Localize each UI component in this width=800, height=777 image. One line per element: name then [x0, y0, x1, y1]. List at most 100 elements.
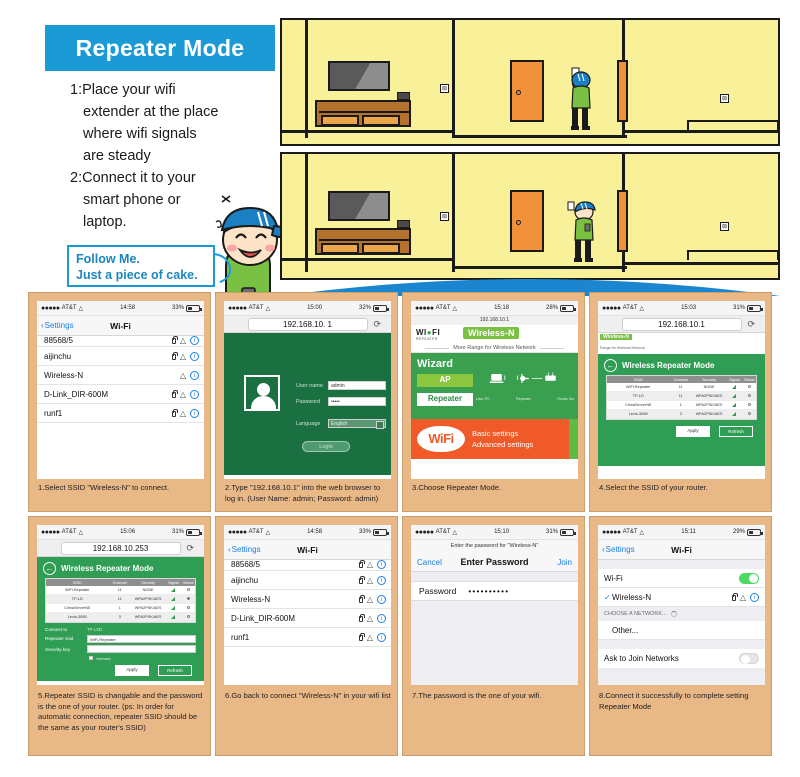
wifi-list-item[interactable]: runf1 △ i: [37, 404, 204, 423]
browser-url-bar[interactable]: 192.168.10.1 ⟳: [598, 316, 765, 333]
apply-button[interactable]: Apply: [115, 664, 149, 676]
step-line-3: where wifi signals: [83, 126, 197, 142]
arrow-left-circle-icon[interactable]: ←: [604, 359, 617, 372]
table-row[interactable]: ChinaServerNE 1 WPA2PSK/AES: [607, 401, 756, 410]
cell-security: WPA2PSK/AES: [695, 411, 723, 416]
wifi-list-item[interactable]: aijinchu △ i: [224, 571, 391, 590]
cell-select[interactable]: [182, 604, 195, 612]
battery-icon: [186, 304, 202, 312]
browser-url-bar[interactable]: 192.168.10. 1 ⟳: [224, 316, 391, 333]
refresh-button[interactable]: Refresh: [158, 664, 192, 676]
page-title: Wireless Repeater Mode: [61, 564, 154, 573]
radio-button[interactable]: [747, 393, 752, 397]
info-icon[interactable]: i: [750, 592, 759, 602]
cell-signal: [726, 383, 742, 391]
checkbox-icon[interactable]: [89, 656, 93, 660]
status-time: 15:11: [681, 529, 696, 535]
url-mini[interactable]: 192.168.10.1: [411, 316, 578, 325]
radio-button[interactable]: [186, 605, 191, 609]
wifi-icon: △: [265, 305, 271, 312]
cell-select[interactable]: [743, 392, 756, 400]
reload-icon[interactable]: ⟳: [747, 319, 755, 330]
wifi-list-item[interactable]: D-Link_DIR-600M △ i: [224, 609, 391, 628]
url-text[interactable]: 192.168.10.1: [621, 317, 742, 331]
password-input[interactable]: •••••: [328, 397, 386, 406]
info-icon[interactable]: i: [190, 351, 199, 361]
wifi-list-item-wireless-n[interactable]: Wireless-N △ i: [224, 590, 391, 609]
arrow-left-circle-icon[interactable]: ←: [43, 562, 56, 575]
wifi-signal-icon: △: [739, 592, 746, 602]
cell-select[interactable]: [743, 410, 756, 418]
wifi-toggle-row[interactable]: Wi-Fi: [598, 569, 765, 588]
reload-icon[interactable]: ⟳: [373, 319, 381, 330]
info-icon[interactable]: i: [377, 560, 386, 569]
cell-select[interactable]: [743, 401, 756, 409]
connected-network-row[interactable]: ✓ Wireless-N △ i: [598, 588, 765, 607]
advanced-settings-link[interactable]: Advanced settings: [472, 440, 533, 449]
table-row[interactable]: ChinaServerNE 1 WPA2PSK/AES: [46, 604, 195, 613]
radio-button[interactable]: [186, 587, 191, 591]
radio-button[interactable]: [747, 411, 752, 415]
info-icon[interactable]: i: [190, 370, 199, 380]
table-row[interactable]: TP-LD 11 WPA2PSK/AES: [607, 392, 756, 401]
password-input-row[interactable]: Password ••••••••••: [411, 581, 578, 601]
wifi-list-item[interactable]: D-Link_DIR-600M △ i: [37, 385, 204, 404]
ask-join-toggle-switch[interactable]: [739, 653, 759, 664]
table-row[interactable]: Levis-300B 3 WPA2PSK/AES: [607, 410, 756, 419]
step-panel-2: ●●●●● AT&T △ 15:00 32% 192.168.10. 1 ⟳ U…: [215, 292, 398, 512]
wifi-list-item[interactable]: 88568/5 △ i: [224, 560, 391, 571]
url-text[interactable]: 192.168.10. 1: [247, 317, 368, 331]
login-button[interactable]: Login: [302, 441, 350, 452]
cell-select[interactable]: [182, 595, 195, 603]
tagline: More Range for Wireless Network: [411, 345, 578, 351]
other-network-row[interactable]: Other...: [598, 621, 765, 640]
radio-button[interactable]: [186, 614, 191, 618]
wifi-toggle-switch[interactable]: [739, 572, 759, 584]
cell-select[interactable]: [743, 383, 756, 391]
refresh-button[interactable]: Refresh: [719, 426, 753, 437]
col-select: Select: [743, 377, 755, 382]
info-icon[interactable]: i: [190, 336, 199, 345]
table-row-selected[interactable]: TP-LD 11 WPA2PSK/AES: [46, 595, 195, 604]
password-input[interactable]: ••••••••••: [468, 587, 509, 596]
wifi-list-item[interactable]: aijinchu △ i: [37, 347, 204, 366]
table-row[interactable]: Levis-300B 3 WPA2PSK/AES: [46, 613, 195, 622]
cell-select[interactable]: [182, 586, 195, 594]
info-icon[interactable]: i: [377, 613, 386, 623]
info-icon[interactable]: i: [377, 575, 386, 585]
battery-icon: [560, 528, 576, 536]
reload-icon[interactable]: ⟳: [186, 543, 194, 554]
ask-join-row[interactable]: Ask to Join Networks: [598, 649, 765, 668]
username-input[interactable]: admin: [328, 381, 386, 390]
radio-button[interactable]: [747, 384, 752, 388]
radio-button[interactable]: [747, 402, 752, 406]
bubble-line-2: Just a piece of cake.: [76, 268, 198, 282]
floor-line: [282, 130, 454, 133]
cell-signal: [165, 604, 181, 612]
wifi-list-item-wireless-n[interactable]: Wireless-N △ i: [37, 366, 204, 385]
radio-button-selected[interactable]: [186, 596, 191, 600]
wifi-list-item[interactable]: runf1 △ i: [224, 628, 391, 647]
language-select[interactable]: English: [328, 419, 386, 429]
table-row[interactable]: WiFi-Repeater 11 NONE: [46, 586, 195, 595]
info-icon[interactable]: i: [190, 408, 199, 418]
table-row[interactable]: WiFi-Repeater 11 NONE: [607, 383, 756, 392]
basic-settings-link[interactable]: Basic settings: [472, 429, 533, 438]
url-text[interactable]: 192.168.10.253: [60, 541, 181, 555]
ap-mode-button[interactable]: AP: [417, 374, 473, 387]
browser-url-bar[interactable]: 192.168.10.253 ⟳: [37, 540, 204, 557]
settings-links: Basic settings Advanced settings: [472, 428, 533, 451]
info-icon[interactable]: i: [377, 594, 386, 604]
action-buttons: Apply Refresh: [37, 661, 204, 676]
carrier-label: AT&T: [622, 305, 638, 311]
info-icon[interactable]: i: [190, 389, 199, 399]
door-open: [617, 60, 628, 122]
repeater-mode-button[interactable]: Repeater: [417, 393, 473, 406]
wifi-list-item[interactable]: 88568/5 △ i: [37, 336, 204, 347]
security-key-input[interactable]: [87, 645, 196, 653]
apply-button[interactable]: Apply: [676, 426, 710, 437]
info-icon[interactable]: i: [377, 632, 386, 642]
cell-select[interactable]: [182, 613, 195, 621]
repeater-ssid-input[interactable]: WiFi-Repeater: [87, 634, 196, 643]
topology-svg: [489, 372, 556, 383]
